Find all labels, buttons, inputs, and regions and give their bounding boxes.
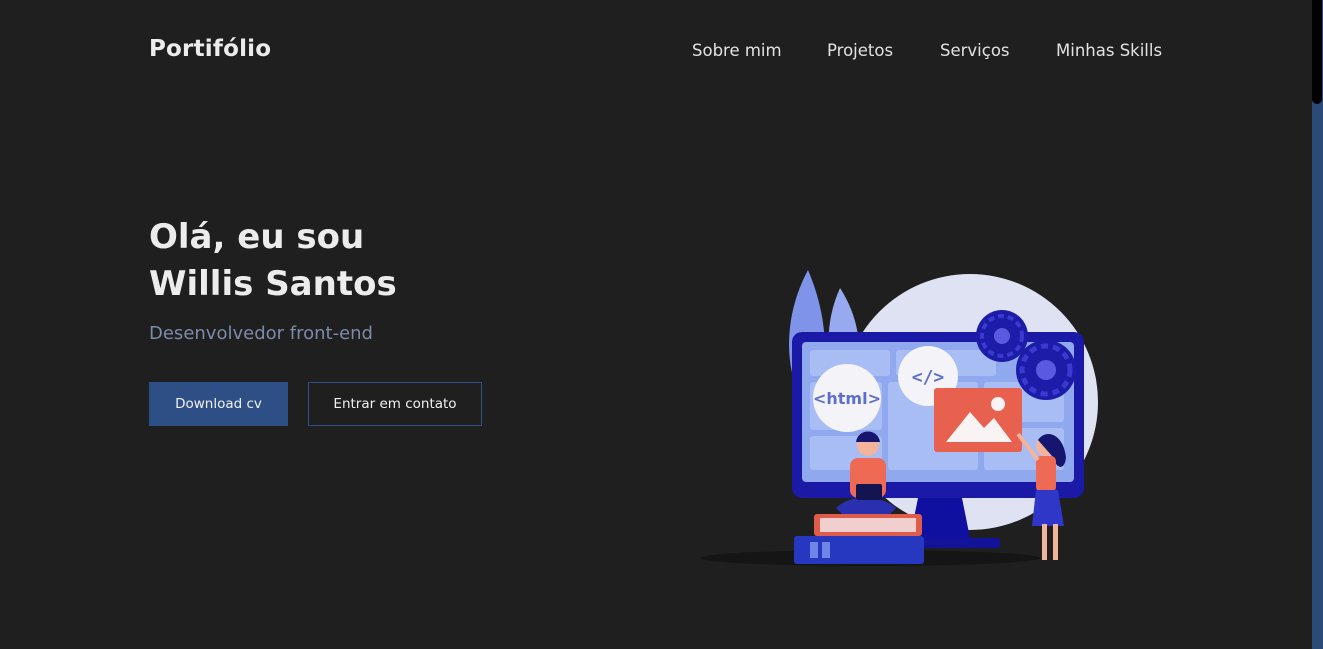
nav-item-sobre-mim[interactable]: Sobre mim	[692, 41, 782, 60]
image-card-icon	[934, 388, 1022, 452]
download-cv-button[interactable]: Download cv	[149, 382, 288, 426]
code-tag-label: </>	[912, 367, 945, 388]
gear-icon	[1016, 340, 1076, 400]
html-tag-label: <html>	[813, 389, 881, 408]
nav-item-servicos[interactable]: Serviços	[940, 41, 1010, 60]
hero-title-line2: Willis Santos	[149, 264, 397, 304]
books-stack	[794, 514, 924, 564]
hero-subtitle: Desenvolvedor front-end	[149, 323, 373, 344]
nav-item-projetos[interactable]: Projetos	[827, 41, 893, 60]
scrollbar-thumb[interactable]	[1312, 0, 1322, 104]
nav-item-minhas-skills[interactable]: Minhas Skills	[1056, 41, 1162, 60]
page: Portifólio Sobre mim Projetos Serviços M…	[0, 0, 1323, 649]
hero-title-line1: Olá, eu sou	[149, 217, 365, 257]
logo[interactable]: Portifólio	[149, 36, 271, 62]
hero-title: Olá, eu sou Willis Santos	[149, 214, 397, 308]
gear-icon	[976, 310, 1028, 362]
contact-button[interactable]: Entrar em contato	[308, 382, 482, 426]
developer-illustration: <html> </>	[700, 270, 1098, 566]
